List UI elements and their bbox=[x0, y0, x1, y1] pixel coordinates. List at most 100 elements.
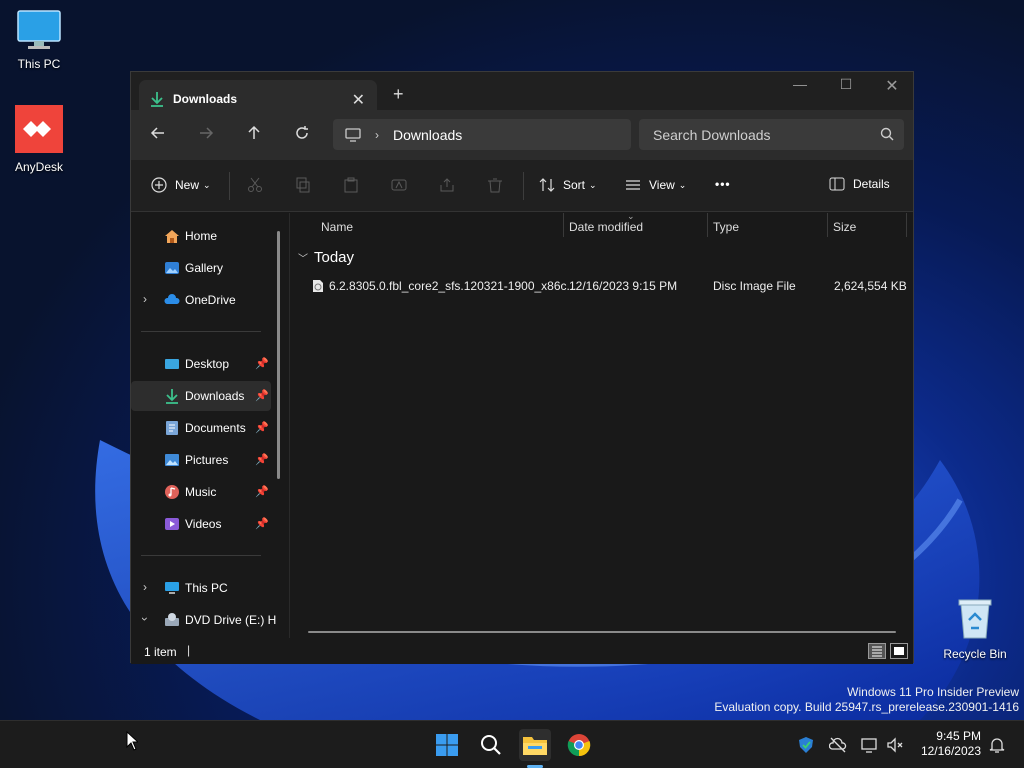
sidebar-item-videos[interactable]: Videos 📌 bbox=[131, 509, 271, 539]
file-explorer-window: Downloads ✕ + — ☐ ✕ › Downloads Search D… bbox=[130, 71, 915, 664]
chevron-right-icon[interactable]: › bbox=[143, 580, 147, 594]
sidebar-item-label: Home bbox=[185, 229, 218, 243]
copy-icon bbox=[296, 177, 310, 193]
search-icon bbox=[481, 735, 501, 755]
minimize-button[interactable]: — bbox=[777, 76, 823, 92]
sidebar-item-gallery[interactable]: Gallery bbox=[131, 253, 271, 283]
back-button[interactable] bbox=[147, 125, 169, 146]
sidebar-item-pictures[interactable]: Pictures 📌 bbox=[131, 445, 271, 475]
maximize-button[interactable]: ☐ bbox=[823, 76, 869, 93]
column-divider[interactable] bbox=[906, 213, 907, 237]
address-path[interactable]: Downloads bbox=[393, 127, 462, 143]
command-bar: New ⌄ Sort ⌄ View ⌄ ••• Details bbox=[131, 160, 913, 212]
column-divider[interactable] bbox=[563, 213, 564, 237]
tiles-view-icon bbox=[894, 647, 904, 655]
up-button[interactable] bbox=[243, 125, 265, 146]
search-icon bbox=[880, 127, 894, 141]
sidebar-item-documents[interactable]: Documents 📌 bbox=[131, 413, 271, 443]
details-pane-icon bbox=[829, 177, 845, 191]
file-list: Name ⌄ Date modified Type Size ﹀ Today 6… bbox=[289, 211, 914, 638]
clock-time: 9:45 PM bbox=[936, 729, 981, 743]
volume-muted-icon[interactable] bbox=[886, 736, 904, 754]
watermark-line-1: Windows 11 Pro Insider Preview bbox=[847, 685, 1019, 699]
column-header-date[interactable]: Date modified bbox=[569, 213, 643, 239]
search-placeholder: Search Downloads bbox=[653, 126, 771, 143]
new-button[interactable]: New ⌄ bbox=[151, 177, 211, 193]
recycle-bin-icon bbox=[958, 599, 992, 639]
taskbar-chrome[interactable] bbox=[563, 729, 595, 761]
address-bar[interactable]: › Downloads bbox=[333, 119, 631, 150]
desktop-icon-label: This PC bbox=[17, 57, 61, 71]
taskbar-file-explorer[interactable] bbox=[519, 729, 551, 761]
share-button[interactable] bbox=[439, 177, 455, 193]
column-divider[interactable] bbox=[827, 213, 828, 237]
close-window-button[interactable]: ✕ bbox=[869, 76, 915, 96]
sidebar-item-label: Pictures bbox=[185, 453, 229, 467]
close-tab-button[interactable]: ✕ bbox=[352, 90, 365, 110]
desktop-icon-this-pc[interactable]: This PC bbox=[1, 10, 77, 71]
sidebar-item-desktop[interactable]: Desktop 📌 bbox=[131, 349, 271, 379]
sidebar-item-label: Desktop bbox=[185, 357, 230, 371]
system-clock[interactable]: 9:45 PM 12/16/2023 bbox=[915, 729, 981, 759]
sidebar-item-home[interactable]: Home bbox=[131, 221, 271, 251]
chevron-right-icon[interactable]: › bbox=[143, 292, 147, 306]
monitor-icon bbox=[345, 127, 361, 142]
sidebar-item-label: This PC bbox=[185, 581, 228, 595]
search-input[interactable]: Search Downloads bbox=[639, 119, 904, 150]
pin-icon: 📌 bbox=[255, 390, 269, 402]
notification-bell-icon[interactable] bbox=[988, 736, 1006, 754]
new-tab-button[interactable]: + bbox=[393, 84, 404, 105]
evaluation-watermark: Windows 11 Pro Insider Preview Evaluatio… bbox=[714, 685, 1019, 715]
tiles-view-button[interactable] bbox=[890, 643, 908, 659]
horizontal-scrollbar[interactable] bbox=[308, 631, 896, 633]
paste-button[interactable] bbox=[343, 177, 359, 193]
share-icon bbox=[440, 178, 454, 192]
details-pane-button[interactable]: Details bbox=[829, 177, 890, 191]
details-view-button[interactable] bbox=[868, 643, 886, 659]
copy-button[interactable] bbox=[295, 177, 311, 193]
watermark-line-2: Evaluation copy. Build 25947.rs_prerelea… bbox=[714, 700, 1019, 714]
cut-button[interactable] bbox=[247, 177, 263, 193]
sidebar-item-onedrive[interactable]: › OneDrive bbox=[131, 285, 271, 315]
download-icon bbox=[166, 389, 178, 404]
sidebar-item-dvd-drive[interactable]: › DVD Drive (E:) H bbox=[131, 605, 276, 635]
sidebar-scrollbar[interactable] bbox=[277, 231, 280, 479]
view-list-icon bbox=[626, 180, 640, 190]
column-header-name[interactable]: Name bbox=[321, 213, 353, 239]
file-row[interactable]: 6.2.8305.0.fbl_core2_sfs.120321-1900_x86… bbox=[290, 272, 914, 300]
desktop-icon-label: AnyDesk bbox=[14, 160, 64, 174]
desktop-icon-anydesk[interactable]: AnyDesk bbox=[1, 105, 77, 174]
column-header-size[interactable]: Size bbox=[833, 213, 856, 239]
forward-button[interactable] bbox=[195, 125, 217, 146]
home-icon bbox=[165, 230, 179, 243]
rename-button[interactable] bbox=[391, 177, 407, 193]
desktop-icon-recycle-bin[interactable]: Recycle Bin bbox=[937, 596, 1013, 661]
cloud-offline-icon[interactable] bbox=[829, 736, 847, 754]
view-button[interactable]: View ⌄ bbox=[625, 177, 686, 193]
sort-label: Sort bbox=[563, 178, 586, 192]
group-header-today[interactable]: ﹀ Today bbox=[298, 249, 354, 266]
sidebar-item-downloads[interactable]: Downloads 📌 bbox=[131, 381, 271, 411]
chevron-down-icon: ⌄ bbox=[678, 179, 687, 190]
sidebar-item-music[interactable]: Music 📌 bbox=[131, 477, 271, 507]
status-bar: 1 item | bbox=[131, 638, 913, 664]
new-label: New bbox=[175, 178, 200, 192]
start-button[interactable] bbox=[431, 729, 463, 761]
column-header-type[interactable]: Type bbox=[713, 213, 739, 239]
sidebar-item-label: Videos bbox=[185, 517, 222, 531]
defender-shield-icon[interactable] bbox=[797, 736, 815, 754]
pin-icon: 📌 bbox=[255, 454, 269, 466]
network-icon[interactable] bbox=[861, 736, 879, 754]
details-label: Details bbox=[853, 177, 890, 191]
delete-button[interactable] bbox=[487, 177, 503, 193]
chevron-down-icon[interactable]: › bbox=[138, 617, 152, 621]
sort-button[interactable]: Sort ⌄ bbox=[539, 177, 597, 193]
column-divider[interactable] bbox=[707, 213, 708, 237]
refresh-button[interactable] bbox=[291, 125, 313, 146]
more-options-button[interactable]: ••• bbox=[715, 177, 731, 191]
plus-circle-icon bbox=[151, 177, 167, 193]
download-icon bbox=[151, 92, 163, 107]
taskbar-search-button[interactable] bbox=[475, 729, 507, 761]
rename-icon bbox=[391, 179, 407, 191]
sidebar-item-this-pc[interactable]: › This PC bbox=[131, 573, 271, 603]
